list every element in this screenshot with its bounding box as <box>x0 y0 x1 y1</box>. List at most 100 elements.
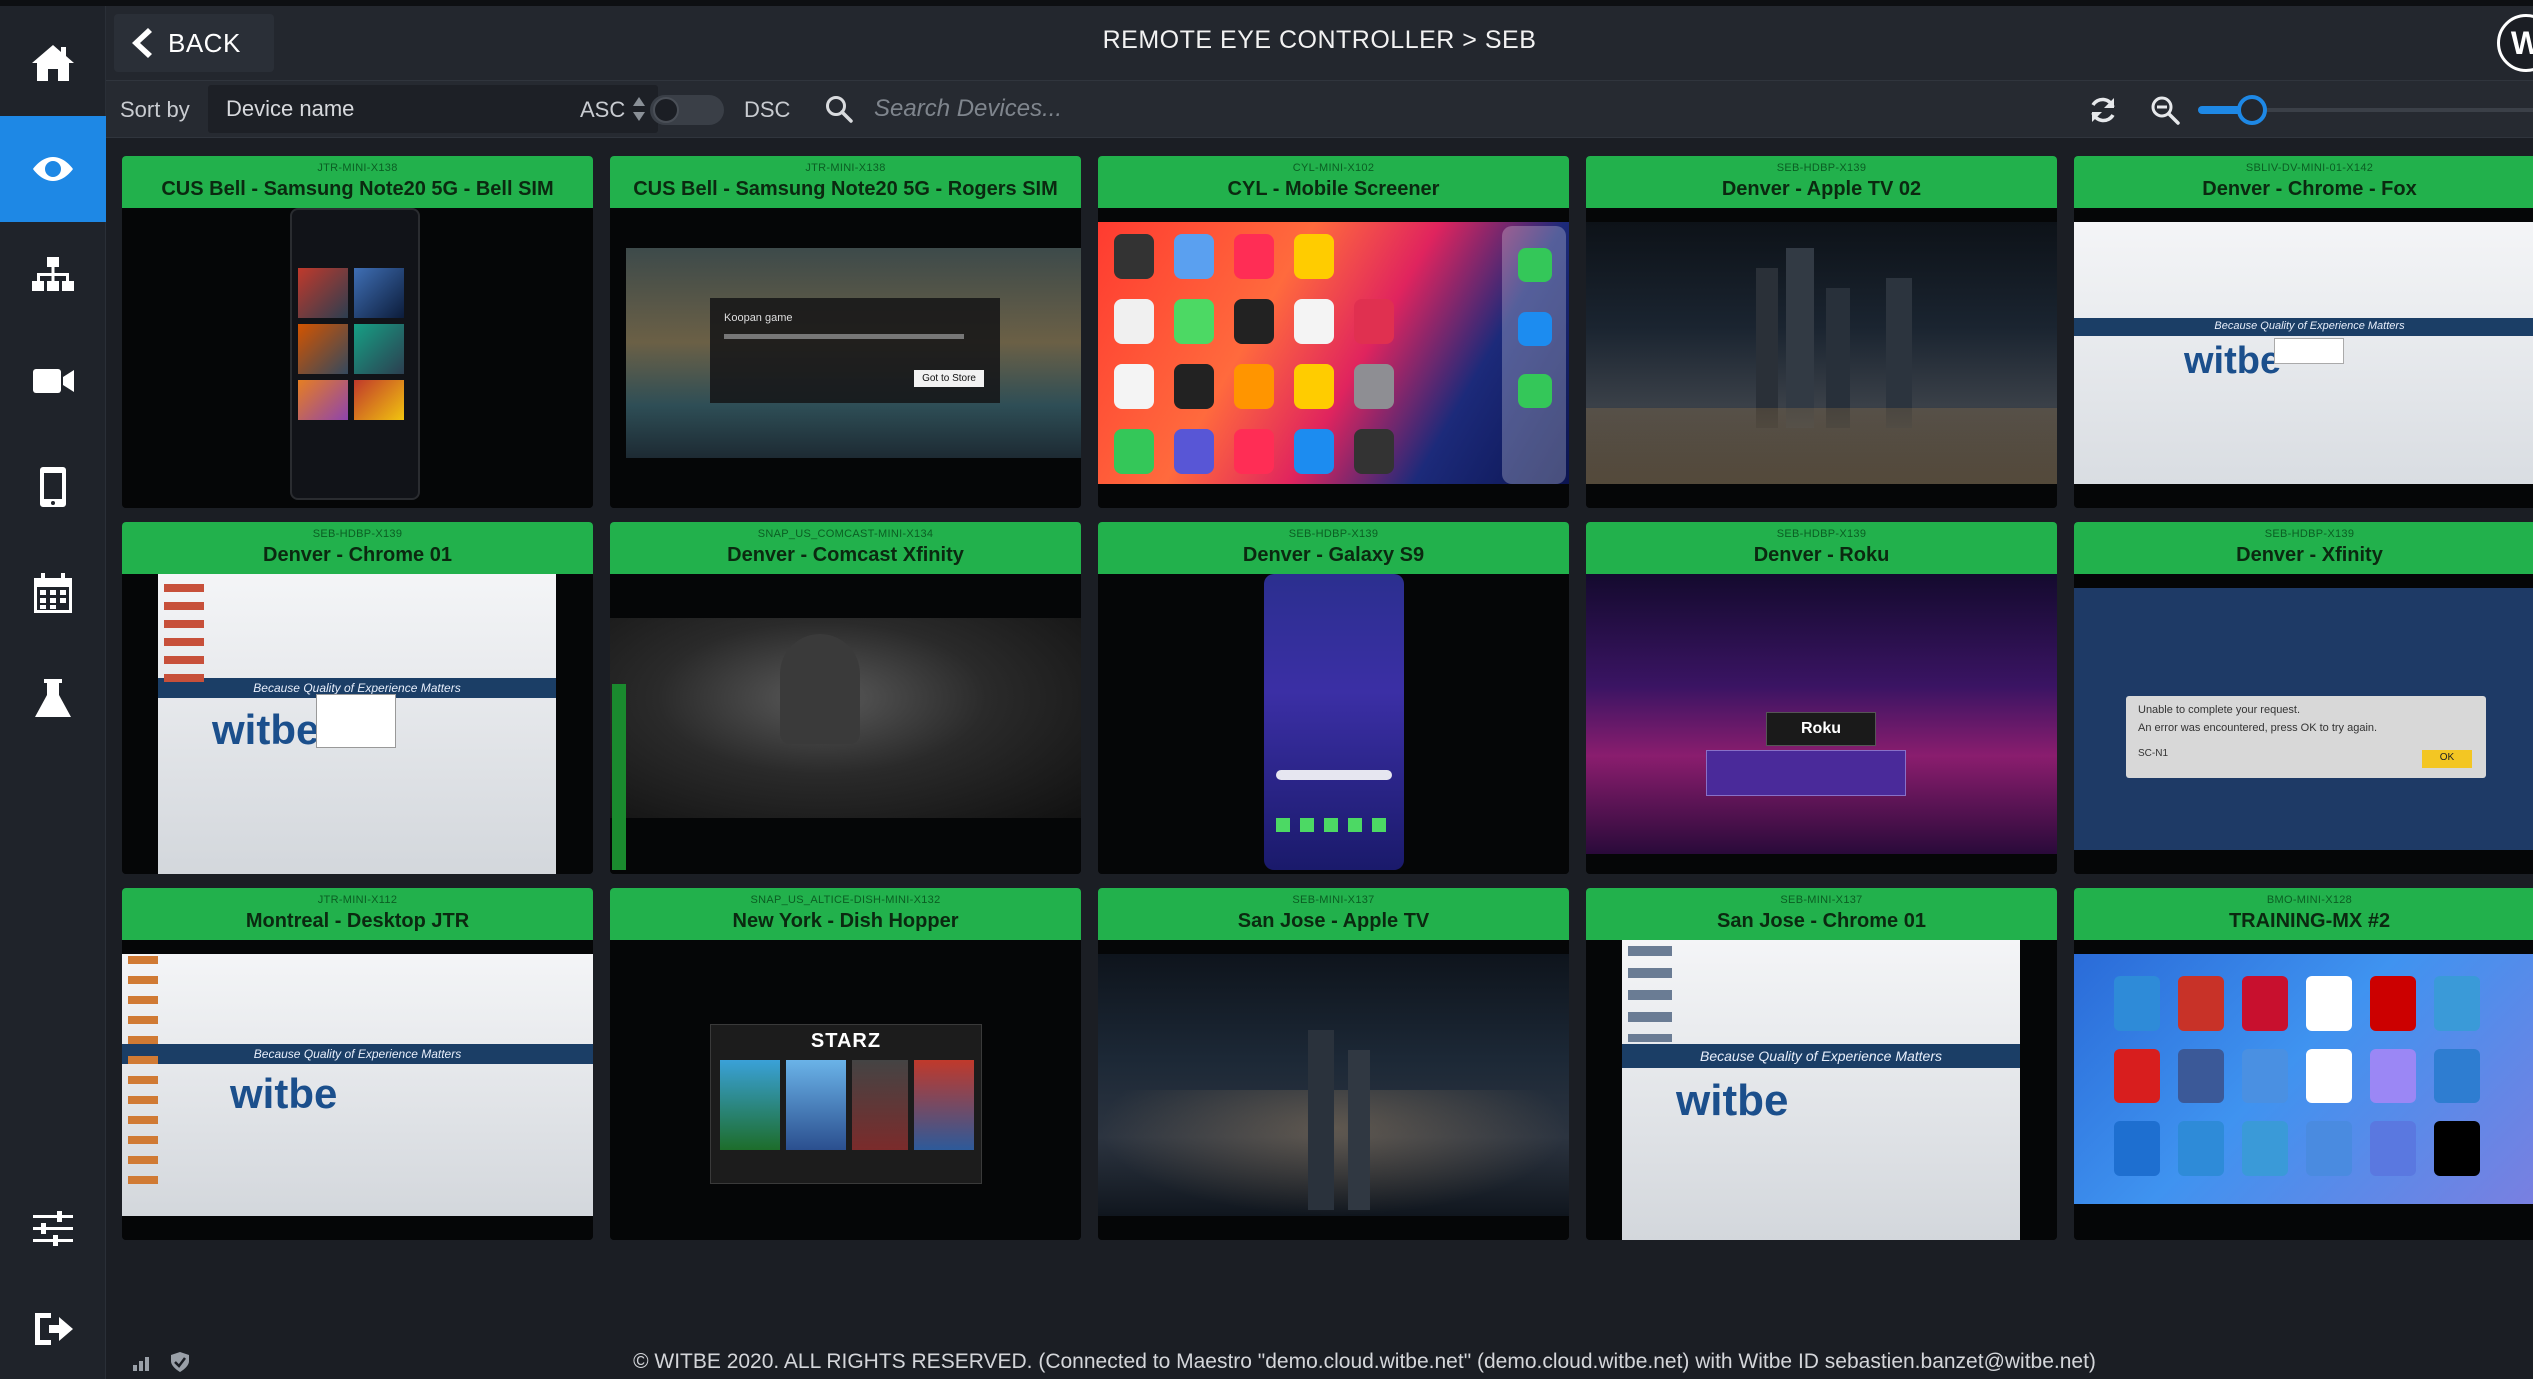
zoom-out-button[interactable] <box>2142 87 2188 133</box>
sidebar-item-schedule[interactable] <box>0 540 106 646</box>
game-thumbnail <box>298 324 348 374</box>
status-footer: © WITBE 2020. ALL RIGHTS RESERVED. (Conn… <box>106 1344 2533 1379</box>
city-lights <box>1586 408 2057 484</box>
sort-by-label: Sort by <box>120 97 190 122</box>
zoom-out-icon <box>2151 96 2180 125</box>
device-screen[interactable]: Because Quality of Experience Matters wi… <box>122 940 593 1240</box>
video-camera-icon <box>33 369 74 393</box>
zoom-slider[interactable] <box>2198 95 2533 125</box>
game-dialog-text <box>724 334 964 339</box>
error-dialog-line1: Unable to complete your request. <box>2138 704 2301 716</box>
device-screen[interactable] <box>610 574 1081 874</box>
device-tile-header: JTR-MINI-X138 CUS Bell - Samsung Note20 … <box>122 156 593 208</box>
device-tile[interactable]: SEB-MINI-X137 San Jose - Apple TV <box>1098 888 1569 1240</box>
page-header: BACK REMOTE EYE CONTROLLER > SEB W <box>106 6 2533 80</box>
skyscraper <box>1886 278 1912 428</box>
android-dock-icons <box>1276 818 1392 832</box>
skyscraper <box>1756 268 1778 428</box>
sidebar-item-lab[interactable] <box>0 646 106 752</box>
device-screen[interactable]: STARZ <box>610 940 1081 1240</box>
sidebar-item-network[interactable] <box>0 222 106 328</box>
desktop-icons <box>1628 946 1672 1042</box>
sidebar-item-settings[interactable] <box>0 1176 106 1282</box>
device-tile-header: SBLIV-DV-MINI-01-X142 Denver - Chrome - … <box>2074 156 2533 208</box>
witbe-logo-text: witbe <box>1676 1076 1789 1125</box>
phone-app-icon <box>1518 374 1552 408</box>
hierarchy-icon <box>32 257 74 291</box>
device-id: SEB-HDBP-X139 <box>2264 528 2355 540</box>
skyscraper <box>1308 1030 1334 1210</box>
device-tile[interactable]: SEB-HDBP-X139 Denver - Galaxy S9 <box>1098 522 1569 874</box>
device-name: New York - Dish Hopper <box>732 910 959 932</box>
search-input[interactable] <box>874 95 1974 123</box>
movie-poster <box>786 1060 846 1150</box>
device-name: Montreal - Desktop JTR <box>245 910 470 932</box>
device-tile-header: SEB-HDBP-X139 Denver - Xfinity <box>2074 522 2533 574</box>
device-tile-header: SNAP_US_COMCAST-MINI-X134 Denver - Comca… <box>610 522 1081 574</box>
device-screen[interactable]: Koopan game Got to Store <box>610 208 1081 508</box>
sidebar-item-remote-eye[interactable] <box>0 116 106 222</box>
sort-order-toggle[interactable] <box>650 95 724 125</box>
home-icon <box>32 45 74 81</box>
device-tile[interactable]: JTR-MINI-X112 Montreal - Desktop JTR Bec… <box>122 888 593 1240</box>
device-name: CYL - Mobile Screener <box>1227 178 1440 200</box>
witbe-logo[interactable]: W <box>2497 14 2533 72</box>
device-tile[interactable]: CYL-MINI-X102 CYL - Mobile Screener <box>1098 156 1569 508</box>
movie-poster <box>852 1060 908 1150</box>
sidebar-item-devices[interactable] <box>0 434 106 540</box>
device-id: SNAP_US_COMCAST-MINI-X134 <box>757 528 934 540</box>
roku-label: Roku <box>1766 712 1876 746</box>
game-dialog: Koopan game Got to Store <box>710 298 1000 403</box>
page-title: REMOTE EYE CONTROLLER > SEB <box>1102 26 1537 54</box>
device-screen[interactable]: Unable to complete your request. An erro… <box>2074 574 2533 874</box>
movie-poster <box>720 1060 780 1150</box>
mobile-phone-icon <box>40 467 66 507</box>
logout-icon <box>35 1313 73 1345</box>
sidebar <box>0 6 106 1379</box>
device-grid: JTR-MINI-X138 CUS Bell - Samsung Note20 … <box>122 156 2533 1246</box>
witbe-logo-text: witbe <box>212 706 320 753</box>
sidebar-item-home[interactable] <box>0 10 106 116</box>
device-tile[interactable]: SEB-HDBP-X139 Denver - Chrome 01 Because… <box>122 522 593 874</box>
device-tile[interactable]: JTR-MINI-X138 CUS Bell - Samsung Note20 … <box>610 156 1081 508</box>
device-tile[interactable]: SEB-MINI-X137 San Jose - Chrome 01 Becau… <box>1586 888 2057 1240</box>
device-screen[interactable] <box>122 208 593 508</box>
search-bar <box>806 81 2066 137</box>
device-tile[interactable]: JTR-MINI-X138 CUS Bell - Samsung Note20 … <box>122 156 593 508</box>
device-screen[interactable]: Because Quality of Experience Matters wi… <box>1586 940 2057 1240</box>
refresh-button[interactable] <box>2080 87 2126 133</box>
device-tile-header: SEB-HDBP-X139 Denver - Chrome 01 <box>122 522 593 574</box>
device-tile[interactable]: SBLIV-DV-MINI-01-X142 Denver - Chrome - … <box>2074 156 2533 508</box>
device-tile[interactable]: SEB-HDBP-X139 Denver - Apple TV 02 <box>1586 156 2057 508</box>
device-name: Denver - Apple TV 02 <box>1721 178 1922 200</box>
device-screen[interactable] <box>1098 940 1569 1240</box>
device-tile-header: CYL-MINI-X102 CYL - Mobile Screener <box>1098 156 1569 208</box>
device-name: Denver - Chrome 01 <box>263 544 452 566</box>
video-figure <box>780 634 860 744</box>
refresh-icon <box>2091 97 2115 123</box>
device-tile[interactable]: SNAP_US_ALTICE-DISH-MINI-X132 New York -… <box>610 888 1081 1240</box>
device-screen[interactable] <box>1098 574 1569 874</box>
eye-icon <box>33 157 73 181</box>
device-tile[interactable]: BMO-MINI-X128 TRAINING-MX #2 <box>2074 888 2533 1240</box>
device-tile-header: BMO-MINI-X128 TRAINING-MX #2 <box>2074 888 2533 940</box>
device-tile[interactable]: SEB-HDBP-X139 Denver - Xfinity Unable to… <box>2074 522 2533 874</box>
device-screen[interactable]: Because Quality of Experience Matters wi… <box>122 574 593 874</box>
device-tile[interactable]: SEB-HDBP-X139 Denver - Roku Roku <box>1586 522 2057 874</box>
sidebar-item-video[interactable] <box>0 328 106 434</box>
safari-app-icon <box>1518 312 1552 346</box>
desktop-icons <box>128 956 158 1196</box>
game-dialog-title: Koopan game <box>724 312 793 324</box>
zoom-slider-thumb[interactable] <box>2237 95 2267 125</box>
device-name: CUS Bell - Samsung Note20 5G - Rogers SI… <box>633 178 1058 200</box>
device-screen[interactable] <box>1098 208 1569 508</box>
device-screen[interactable]: Roku <box>1586 574 2057 874</box>
device-screen[interactable]: Because Quality of Experience Matters wi… <box>2074 208 2533 508</box>
device-tile[interactable]: SNAP_US_COMCAST-MINI-X134 Denver - Comca… <box>610 522 1081 874</box>
device-tile-header: JTR-MINI-X138 CUS Bell - Samsung Note20 … <box>610 156 1081 208</box>
device-screen[interactable] <box>1586 208 2057 508</box>
device-screen[interactable] <box>2074 940 2533 1240</box>
error-dialog-ok: OK <box>2422 750 2472 768</box>
skyscraper <box>1786 248 1814 428</box>
sidebar-item-logout[interactable] <box>0 1276 106 1379</box>
